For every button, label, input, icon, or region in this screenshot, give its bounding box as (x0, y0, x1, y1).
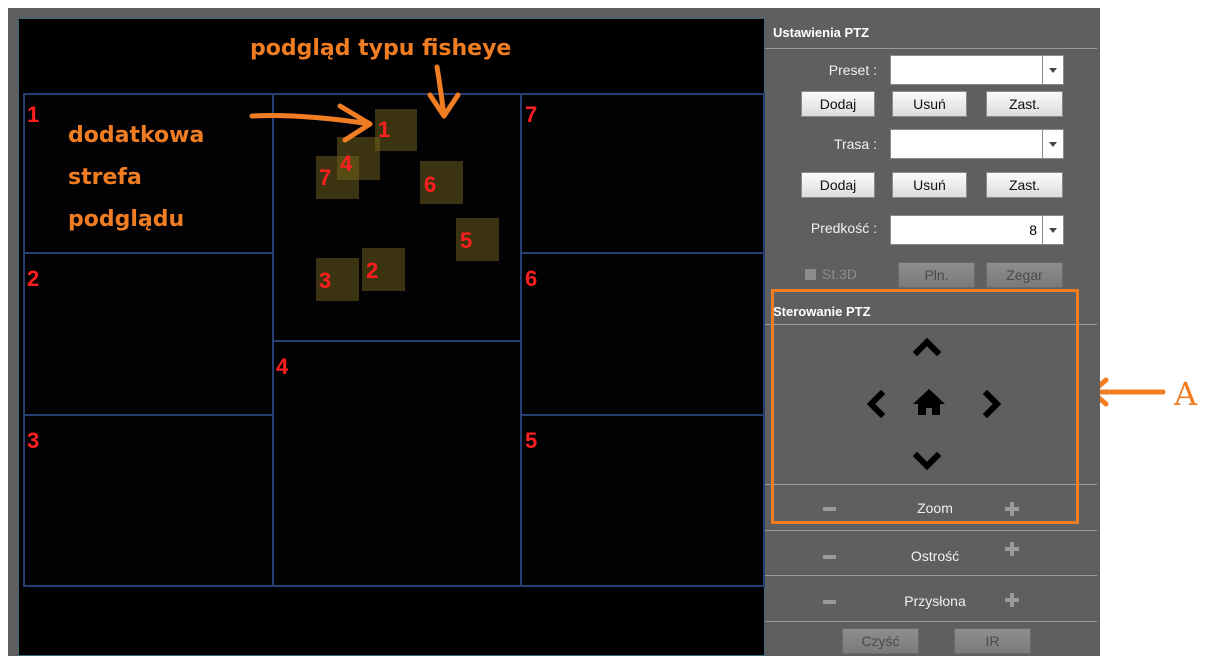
fisheye-roi-number: 3 (319, 268, 332, 293)
zone-cell-5[interactable] (520, 414, 765, 587)
cell-number-6: 6 (525, 266, 538, 291)
pan-button[interactable]: Pln. (898, 262, 975, 288)
speed-label: Predkość : (810, 220, 877, 236)
clear-button[interactable]: Czyść (842, 628, 919, 654)
iris-label: Przysłona (904, 593, 966, 609)
preset-apply-button[interactable]: Zast. (986, 91, 1063, 117)
st3d-checkbox[interactable] (805, 269, 816, 280)
route-delete-button[interactable]: Usuń (892, 172, 967, 198)
extra-zone-annotation-3: podglądu (68, 207, 185, 232)
cell-number-3: 3 (27, 428, 40, 453)
divider (765, 530, 1097, 531)
fisheye-roi-number: 6 (424, 172, 437, 197)
cell-number-1: 1 (27, 102, 40, 127)
st3d-label: St.3D (822, 266, 858, 282)
preset-delete-button[interactable]: Usuń (892, 91, 967, 117)
marker-a: A (1174, 375, 1198, 413)
zone-cell-2[interactable] (23, 252, 274, 416)
zone-cell-7[interactable] (520, 93, 765, 254)
iris-plus-icon[interactable] (1005, 593, 1019, 607)
route-add-button[interactable]: Dodaj (801, 172, 875, 198)
speed-select[interactable]: 8 (890, 215, 1064, 245)
divider (765, 48, 1097, 49)
ir-button[interactable]: IR (954, 628, 1031, 654)
ptz-settings-title: Ustawienia PTZ (773, 25, 870, 40)
fisheye-roi-number: 7 (319, 165, 332, 190)
fisheye-roi-number: 4 (340, 151, 353, 176)
focus-minus-icon[interactable] (823, 555, 836, 559)
zone-cell-3[interactable] (23, 414, 274, 587)
divider (765, 575, 1097, 576)
cell-number-7: 7 (525, 102, 538, 127)
preset-select[interactable] (890, 55, 1064, 85)
extra-zone-annotation-1: dodatkowa (68, 123, 205, 148)
preset-label: Preset : (828, 62, 877, 78)
chevron-down-icon[interactable] (1042, 216, 1063, 244)
route-select[interactable] (890, 129, 1064, 159)
cell-number-5: 5 (525, 428, 538, 453)
fisheye-roi-number: 2 (366, 258, 379, 283)
fisheye-roi-number: 5 (460, 228, 473, 253)
zone-cell-6[interactable] (520, 252, 765, 416)
cell-number-4: 4 (276, 354, 289, 379)
speed-value: 8 (1029, 222, 1037, 238)
fisheye-annotation: podgląd typu fisheye (250, 36, 512, 61)
clock-button[interactable]: Zegar (986, 262, 1063, 288)
focus-plus-icon[interactable] (1005, 542, 1019, 556)
extra-zone-annotation-2: strefa (68, 165, 142, 190)
chevron-down-icon[interactable] (1042, 56, 1063, 84)
iris-minus-icon[interactable] (823, 600, 836, 604)
chevron-down-icon[interactable] (1042, 130, 1063, 158)
ptz-control-highlight (771, 289, 1079, 524)
focus-label: Ostrość (910, 548, 960, 564)
route-label: Trasa : (833, 136, 877, 152)
divider (765, 621, 1097, 622)
cell-number-2: 2 (27, 266, 40, 291)
preset-add-button[interactable]: Dodaj (801, 91, 875, 117)
zone-cell-4[interactable] (272, 340, 522, 587)
route-apply-button[interactable]: Zast. (986, 172, 1063, 198)
